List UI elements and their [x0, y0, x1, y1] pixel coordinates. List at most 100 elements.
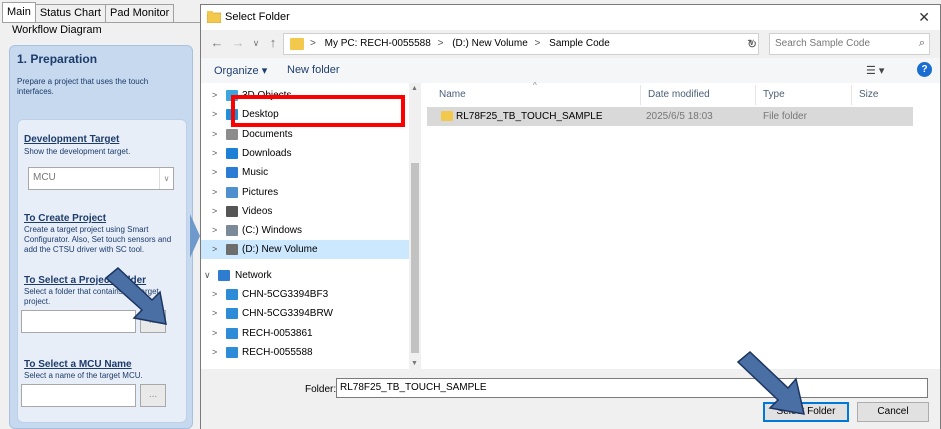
chevron-down-icon: ∨ — [159, 168, 173, 189]
videos-icon — [226, 205, 238, 217]
computer-icon — [226, 346, 238, 358]
refresh-icon[interactable]: ↻ — [747, 37, 757, 51]
downloads-icon — [226, 147, 238, 159]
tree-item[interactable]: > Documents — [201, 125, 409, 144]
chevron-down-icon[interactable]: ∨ — [204, 266, 211, 285]
close-icon[interactable]: ✕ — [918, 9, 930, 26]
command-toolbar: Organize ▾ New folder ☰ ▾ ? — [201, 58, 940, 83]
new-folder-button[interactable]: New folder — [287, 64, 340, 76]
breadcrumb-volume[interactable]: (D:) New Volume — [452, 38, 528, 49]
column-separator — [755, 85, 756, 105]
chevron-right-icon[interactable]: > — [212, 105, 217, 124]
search-input[interactable]: Search Sample Code ⌕ — [769, 33, 930, 55]
tab-main[interactable]: Main — [2, 2, 36, 22]
screen: Main Status Chart Pad Monitor Workflow D… — [0, 0, 941, 429]
panel-title: 1. Preparation — [17, 52, 98, 66]
tree-item-label: Network — [235, 269, 272, 281]
tree-item-computer[interactable]: > CHN-5CG3394BF3 — [201, 285, 409, 304]
tree-item-computer[interactable]: > RECH-0053861 — [201, 324, 409, 343]
tree-item[interactable]: > (C:) Windows — [201, 221, 409, 240]
dialog-titlebar[interactable]: Select Folder ✕ — [201, 5, 940, 30]
chevron-right-icon[interactable]: > — [212, 86, 217, 105]
tree-item[interactable]: > Pictures — [201, 183, 409, 202]
column-separator — [851, 85, 852, 105]
tree-item-computer[interactable]: > RECH-0055588 — [201, 343, 409, 362]
column-type[interactable]: Type — [763, 89, 785, 100]
dev-target-combo[interactable]: MCU ∨ — [28, 167, 174, 190]
tree-item[interactable]: > (D:) New Volume — [201, 240, 409, 260]
column-size[interactable]: Size — [859, 89, 878, 100]
select-folder-title: To Select a Project Folder — [24, 275, 147, 286]
preparation-panel: 1. Preparation Prepare a project that us… — [9, 45, 193, 429]
forward-arrow-icon[interactable]: → — [230, 35, 246, 50]
pictures-icon — [226, 186, 238, 198]
tab-pad-monitor[interactable]: Pad Monitor — [104, 4, 175, 22]
tree-item-label: RECH-0055588 — [242, 346, 313, 358]
workflow-title: Workflow Diagram — [12, 24, 102, 36]
dialog-title: Select Folder — [225, 11, 290, 23]
computer-icon — [226, 327, 238, 339]
tab-status-chart[interactable]: Status Chart — [34, 4, 106, 22]
chevron-right-icon[interactable]: > — [212, 202, 217, 221]
view-options-icon[interactable]: ☰ ▾ — [866, 64, 884, 77]
chevron-right-icon: > — [310, 38, 316, 49]
recent-chevron-icon[interactable]: ∨ — [248, 38, 264, 49]
organize-button[interactable]: Organize ▾ — [214, 64, 267, 77]
chevron-right-icon[interactable]: > — [212, 144, 217, 163]
tree-item[interactable]: > Videos — [201, 202, 409, 221]
file-type: File folder — [763, 111, 807, 122]
tree-scrollbar[interactable]: ▲ ▼ — [409, 83, 421, 369]
tree-item-label: Music — [242, 167, 269, 179]
tree-item-label: (C:) Windows — [242, 225, 303, 237]
app-tab-bar: Main Status Chart Pad Monitor — [2, 2, 175, 22]
tree-item[interactable]: > Music — [201, 163, 409, 182]
column-name[interactable]: Name — [439, 89, 466, 100]
chevron-right-icon[interactable]: > — [212, 221, 217, 240]
tree-item[interactable]: > Downloads — [201, 144, 409, 163]
chevron-right-icon[interactable]: > — [212, 240, 217, 259]
breadcrumb-pc[interactable]: My PC: RECH-0055588 — [325, 38, 431, 49]
chevron-right-icon[interactable]: > — [212, 324, 217, 343]
scrollbar-thumb[interactable] — [411, 163, 419, 353]
column-separator — [640, 85, 641, 105]
browse-mcu-button[interactable]: ... — [140, 384, 166, 407]
navigation-bar: ← → ∨ ↑ > My PC: RECH-0055588 > (D:) New… — [201, 30, 940, 58]
help-icon[interactable]: ? — [917, 62, 932, 77]
select-folder-dialog: Select Folder ✕ ← → ∨ ↑ > My PC: RECH-00… — [200, 4, 941, 429]
tree-item-label: (D:) New Volume — [242, 244, 318, 256]
chevron-right-icon[interactable]: > — [212, 285, 217, 304]
file-row[interactable]: RL78F25_TB_TOUCH_SAMPLE 2025/6/5 18:03 F… — [427, 107, 913, 126]
up-arrow-icon[interactable]: ↑ — [265, 35, 281, 50]
tree-item-network[interactable]: ∨ Network — [201, 266, 409, 285]
panel-description: Prepare a project that uses the touch in… — [17, 77, 149, 96]
breadcrumb: > My PC: RECH-0055588 > (D:) New Volume … — [310, 38, 614, 49]
cancel-button[interactable]: Cancel — [857, 402, 929, 422]
panel-steps: Development Target Show the development … — [17, 119, 187, 423]
address-bar[interactable]: > My PC: RECH-0055588 > (D:) New Volume … — [283, 33, 759, 55]
chevron-right-icon[interactable]: > — [212, 183, 217, 202]
mcu-name-input[interactable] — [21, 384, 136, 407]
tree-item-label: Downloads — [242, 147, 292, 159]
scroll-up-icon[interactable]: ▲ — [411, 85, 418, 92]
scroll-down-icon[interactable]: ▼ — [411, 360, 418, 367]
back-arrow-icon[interactable]: ← — [209, 35, 225, 50]
chevron-right-icon[interactable]: > — [212, 304, 217, 323]
chevron-right-icon[interactable]: > — [212, 125, 217, 144]
documents-icon — [226, 128, 238, 140]
tab-divider — [2, 22, 200, 23]
chevron-right-icon[interactable]: > — [212, 343, 217, 362]
folder-name-input[interactable]: RL78F25_TB_TOUCH_SAMPLE — [336, 378, 928, 398]
folder-label: Folder: — [305, 384, 337, 395]
breadcrumb-sample-code[interactable]: Sample Code — [549, 38, 610, 49]
chevron-right-icon[interactable]: > — [212, 163, 217, 182]
browse-folder-button[interactable]: ... — [140, 310, 166, 333]
chevron-right-icon: > — [534, 38, 541, 49]
dev-target-desc: Show the development target. — [24, 147, 131, 156]
dev-target-title: Development Target — [24, 134, 120, 145]
project-folder-input[interactable] — [21, 310, 136, 333]
tree-item-label: CHN-5CG3394BRW — [242, 308, 333, 320]
column-date[interactable]: Date modified — [648, 89, 710, 100]
tree-item-computer[interactable]: > CHN-5CG3394BRW — [201, 304, 409, 323]
select-folder-button[interactable]: Select Folder — [763, 402, 849, 422]
highlight-box — [231, 95, 405, 127]
